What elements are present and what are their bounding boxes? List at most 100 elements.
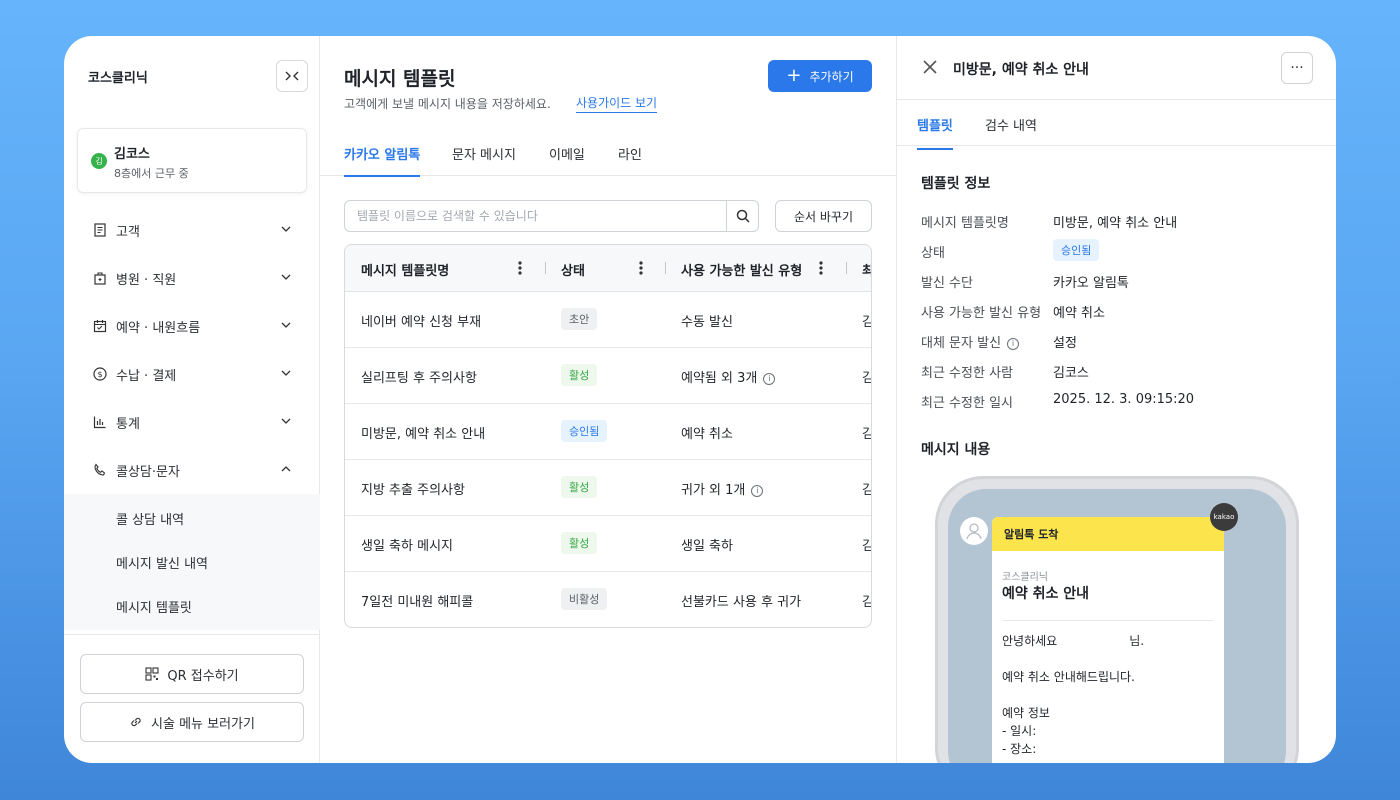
info-label: 대체 문자 발신 xyxy=(921,336,1002,351)
column-menu-icon[interactable] xyxy=(518,260,522,276)
search-input[interactable] xyxy=(345,201,726,231)
table-row[interactable]: 생일 축하 메시지 활성 생일 축하 김 xyxy=(345,516,871,572)
table-row[interactable]: 7일전 미내원 해피콜 비활성 선불카드 사용 후 귀가 김 xyxy=(345,572,871,627)
info-row: 상태 승인됨 xyxy=(921,239,1311,262)
info-row: 대체 문자 발신 i 설정 xyxy=(921,332,1311,352)
info-value: 설정 xyxy=(1053,336,1077,351)
bubble-greeting: 안녕하세요 님. xyxy=(1002,632,1144,649)
tab-review-history[interactable]: 검수 내역 xyxy=(985,115,1037,148)
receipt-icon xyxy=(92,222,108,238)
chevron-down-icon xyxy=(281,418,291,424)
sidebar-item-statistics[interactable]: 통계 xyxy=(64,398,320,446)
phone-icon xyxy=(92,462,108,478)
greeting-suffix: 님. xyxy=(1129,634,1145,648)
tab-email[interactable]: 이메일 xyxy=(549,144,585,175)
add-template-label: 추가하기 xyxy=(809,69,854,84)
sidebar-item-customers[interactable]: 고객 xyxy=(64,206,320,254)
info-label-wrap: 대체 문자 발신 i xyxy=(921,332,1020,351)
column-header-status[interactable]: 상태 xyxy=(561,260,585,279)
bubble-line: 예약 정보 xyxy=(1002,706,1050,720)
template-name: 7일전 미내원 해피콜 xyxy=(361,595,474,610)
last-editor: 김 xyxy=(862,535,871,554)
sidebar-item-reservations[interactable]: 예약 · 내원흐름 xyxy=(64,302,320,350)
info-value: 미방문, 예약 취소 안내 xyxy=(1053,216,1178,231)
table-row[interactable]: 지방 추출 주의사항 활성 귀가 외 1개 i 김 xyxy=(345,460,871,516)
sidebar-item-call-message[interactable]: 콜상담·문자 xyxy=(64,446,320,494)
close-icon[interactable] xyxy=(921,58,939,76)
qr-checkin-button[interactable]: QR 접수하기 xyxy=(80,654,304,694)
sidebar-item-label: 콜상담·문자 xyxy=(116,464,180,480)
tab-template[interactable]: 템플릿 xyxy=(917,115,953,150)
bubble-clinic-name: 코스클리닉 xyxy=(1002,572,1048,583)
sidebar: 코스클리닉 김 김코스 8층에서 근무 중 고객 병원 · 직원 예약 · 내원… xyxy=(64,36,320,763)
user-card[interactable]: 김 김코스 8층에서 근무 중 xyxy=(77,128,307,193)
column-header-last[interactable]: 최 xyxy=(862,260,871,279)
last-editor: 김 xyxy=(862,311,871,330)
table-row[interactable]: 미방문, 예약 취소 안내 승인됨 예약 취소 김 xyxy=(345,404,871,460)
info-icon[interactable]: i xyxy=(751,484,764,497)
info-icon[interactable]: i xyxy=(1007,337,1020,350)
info-value: 예약 취소 xyxy=(1053,306,1105,321)
info-label: 사용 가능한 발신 유형 xyxy=(921,306,1042,321)
user-guide-link[interactable]: 사용가이드 보기 xyxy=(576,94,658,113)
send-type: 생일 축하 xyxy=(681,539,733,554)
link-icon xyxy=(131,717,141,727)
search-button[interactable] xyxy=(726,201,758,231)
svg-text:$: $ xyxy=(97,370,102,379)
last-editor: 김 xyxy=(862,367,871,386)
plus-icon: + xyxy=(786,65,802,86)
sidebar-subitem-call-history[interactable]: 콜 상담 내역 xyxy=(64,496,320,540)
chevron-down-icon xyxy=(281,274,291,280)
table-row[interactable]: 네이버 예약 신청 부재 초안 수동 발신 김 xyxy=(345,292,871,348)
template-info-title: 템플릿 정보 xyxy=(921,176,991,192)
send-type: 선불카드 사용 후 귀가 xyxy=(681,595,802,610)
info-row: 사용 가능한 발신 유형 예약 취소 xyxy=(921,302,1311,322)
brand-name: 코스클리닉 xyxy=(88,71,148,86)
column-separator xyxy=(665,262,666,274)
more-options-button[interactable]: ··· xyxy=(1281,52,1313,84)
chevron-down-icon xyxy=(281,226,291,232)
info-row: 최근 수정한 일시 2025. 12. 3. 09:15:20 xyxy=(921,392,1311,412)
sidebar-nav: 고객 병원 · 직원 예약 · 내원흐름 $ 수납 · 결제 통계 콜상담·문자… xyxy=(64,206,320,630)
add-template-button[interactable]: + 추가하기 xyxy=(768,60,872,92)
sidebar-item-label: 예약 · 내원흐름 xyxy=(116,320,201,336)
column-menu-icon[interactable] xyxy=(639,260,643,276)
table-row[interactable]: 실리프팅 후 주의사항 활성 예약됨 외 3개 i 김 xyxy=(345,348,871,404)
bubble-header: 알림톡 도착 xyxy=(992,517,1224,551)
sidebar-subitem-message-templates[interactable]: 메시지 템플릿 xyxy=(64,584,320,628)
tab-sms[interactable]: 문자 메시지 xyxy=(452,144,516,175)
column-header-name[interactable]: 메시지 템플릿명 xyxy=(361,260,449,279)
dollar-icon: $ xyxy=(92,366,108,382)
phone-screen: 알림톡 도착 코스클리닉 예약 취소 안내 안녕하세요 님. 예약 취소 안내해드… xyxy=(948,489,1286,763)
column-header-send-type[interactable]: 사용 가능한 발신 유형 xyxy=(681,260,802,279)
calendar-icon xyxy=(92,318,108,334)
sidebar-item-hospital-staff[interactable]: 병원 · 직원 xyxy=(64,254,320,302)
status-badge: 활성 xyxy=(561,476,598,498)
chevron-down-icon xyxy=(281,370,291,376)
collapse-icon xyxy=(285,71,299,81)
template-name: 미방문, 예약 취소 안내 xyxy=(361,427,486,442)
column-separator xyxy=(545,262,546,274)
info-value: 김코스 xyxy=(1053,366,1089,381)
reorder-button[interactable]: 순서 바꾸기 xyxy=(775,200,872,232)
info-value: 카카오 알림톡 xyxy=(1053,276,1129,291)
panel-title: 미방문, 예약 취소 안내 xyxy=(953,62,1089,78)
info-row: 발신 수단 카카오 알림톡 xyxy=(921,272,1311,292)
last-editor: 김 xyxy=(862,591,871,610)
info-icon[interactable]: i xyxy=(763,372,776,385)
sidebar-subitem-message-history[interactable]: 메시지 발신 내역 xyxy=(64,540,320,584)
tab-kakao-alimtalk[interactable]: 카카오 알림톡 xyxy=(344,144,421,177)
view-treatment-menu-button[interactable]: 시술 메뉴 보러가기 xyxy=(80,702,304,742)
template-name: 네이버 예약 신청 부재 xyxy=(361,315,482,330)
page-title: 메시지 템플릿 xyxy=(344,68,456,90)
column-menu-icon[interactable] xyxy=(819,260,823,276)
building-icon xyxy=(92,270,108,286)
collapse-sidebar-button[interactable] xyxy=(276,60,308,92)
subnav: 콜 상담 내역 메시지 발신 내역 메시지 템플릿 xyxy=(64,494,320,630)
sidebar-item-payments[interactable]: $ 수납 · 결제 xyxy=(64,350,320,398)
tab-line[interactable]: 라인 xyxy=(618,144,642,175)
search-icon xyxy=(736,209,750,223)
send-type: 수동 발신 xyxy=(681,315,733,330)
template-detail-panel: 미방문, 예약 취소 안내 ··· 템플릿 검수 내역 템플릿 정보 메시지 템… xyxy=(897,36,1336,763)
send-type: 예약됨 외 3개 xyxy=(681,371,758,386)
